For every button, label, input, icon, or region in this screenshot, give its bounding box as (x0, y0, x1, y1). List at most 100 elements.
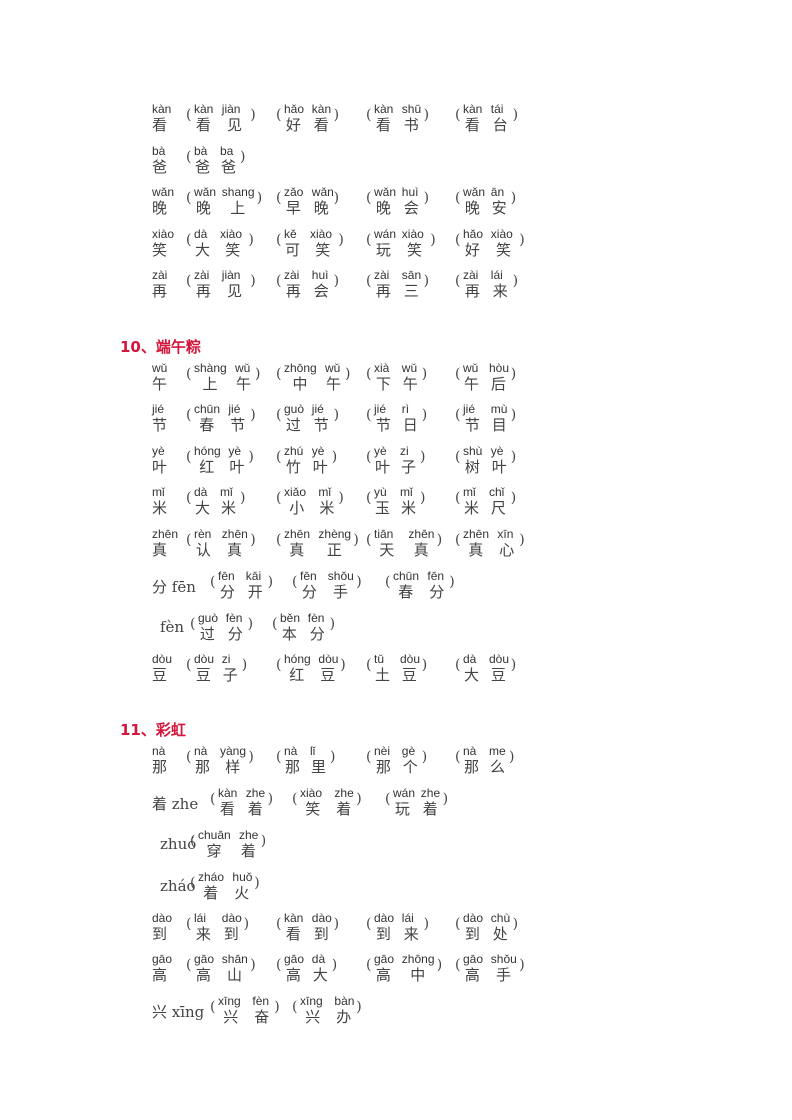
word-hanzi: 来 (195, 925, 211, 943)
close-paren: ) (356, 574, 362, 590)
word-hanzi: 笑 (407, 241, 423, 259)
word-pinyin: dào (374, 911, 395, 925)
word-pinyin: kàn (284, 911, 304, 925)
open-paren: ( (276, 490, 282, 506)
word-pinyin: shàng (194, 361, 227, 375)
close-paren: ) (421, 366, 428, 382)
word-pinyin: bà (194, 144, 208, 158)
character-row: xiào 笑(dà 大 xiào 笑)(kě 可 xiào 笑)(wán 玩 xiào 笑)(hǎo… (0, 228, 792, 264)
word-hanzi: 三 (403, 282, 419, 300)
head-hanzi: 到 (152, 925, 168, 943)
word-hanzi: 好 (285, 116, 301, 134)
open-paren: ( (276, 449, 282, 465)
word-pinyin: jié (311, 402, 324, 416)
word-hanzi: 中 (410, 966, 426, 984)
word-hanzi: 那 (285, 758, 301, 776)
open-paren: ( (276, 366, 282, 382)
word-hanzi: 么 (490, 758, 506, 776)
word-hanzi: 里 (311, 758, 327, 776)
open-paren: ( (455, 407, 461, 423)
open-paren: ( (276, 190, 282, 206)
close-paren: ) (250, 532, 256, 548)
character-row: dòu 豆(dòu 豆 zi 子)(hóng 红 dòu 豆)(tǔ 土 dòu 豆)(dà 大 dòu… (0, 653, 792, 689)
word-pinyin: yè (374, 444, 387, 458)
word-pinyin: zhōng (284, 361, 317, 375)
word-hanzi: 再 (464, 282, 480, 300)
close-paren: ) (333, 273, 340, 289)
word-hanzi: 中 (292, 375, 308, 393)
open-paren: ( (366, 107, 372, 123)
word-pinyin: hǎo (463, 227, 484, 241)
word-hanzi: 到 (223, 925, 239, 943)
word-pinyin: fèn (307, 611, 325, 625)
word-pinyin: tǔ (374, 652, 385, 666)
close-paren: ) (329, 616, 336, 632)
word-pinyin: zháo (198, 870, 225, 884)
open-paren: ( (455, 749, 461, 765)
head-pinyin: zài (152, 268, 168, 282)
head-hanzi: 笑 (152, 241, 168, 259)
word-pinyin: fēn (427, 569, 445, 583)
word-hanzi: 台 (492, 116, 508, 134)
open-paren: ( (455, 490, 461, 506)
head-pinyin: jié (152, 402, 165, 416)
close-paren: ) (267, 574, 274, 590)
word-pinyin: xià (374, 361, 390, 375)
word-hanzi: 上 (202, 375, 218, 393)
word-hanzi: 米 (464, 499, 480, 517)
word-pinyin: zài (374, 268, 390, 282)
word-hanzi: 心 (499, 541, 515, 559)
word-hanzi: 大 (195, 241, 211, 259)
word-hanzi: 高 (285, 966, 301, 984)
word-hanzi: 兴 (223, 1008, 239, 1026)
close-paren: ) (436, 957, 443, 973)
close-paren: ) (519, 957, 525, 973)
close-paren: ) (353, 532, 359, 548)
character-row: kàn 看(kàn 看 jiàn 见)(hǎo 好 kàn 看)(kàn 看 shū 书)(kàn 看… (0, 103, 792, 139)
word-pinyin: wǎn (463, 185, 486, 199)
word-hanzi: 晚 (195, 199, 211, 217)
character-row: zháo(zháo 着 huǒ 火) (0, 871, 792, 907)
word-hanzi: 高 (464, 966, 480, 984)
word-pinyin: xiào (490, 227, 513, 241)
word-hanzi: 着 (240, 842, 256, 860)
word-pinyin: shù (463, 444, 483, 458)
word-hanzi: 过 (285, 416, 301, 434)
character-row: fèn(guò 过 fèn 分)(běn 本 fèn 分) (0, 612, 792, 648)
word-hanzi: 分 (227, 625, 243, 643)
word-hanzi: 节 (464, 416, 480, 434)
word-pinyin: mǐ (400, 485, 413, 499)
head-pinyin: dòu (152, 652, 173, 666)
word-pinyin: rì (401, 402, 410, 416)
word-pinyin: wán (374, 227, 397, 241)
word-hanzi: 高 (375, 966, 391, 984)
word-hanzi: 早 (285, 199, 301, 217)
word-pinyin: lái (194, 911, 207, 925)
word-pinyin: dòu (400, 652, 421, 666)
word-hanzi: 玉 (375, 499, 391, 517)
word-pinyin: mǐ (220, 485, 233, 499)
word-pinyin: zhe (239, 828, 259, 842)
head-pinyin: wǔ (152, 361, 168, 375)
open-paren: ( (186, 273, 192, 289)
word-pinyin: gāo (194, 952, 215, 966)
word-pinyin: zhe (334, 786, 354, 800)
word-pinyin: tiān (374, 527, 394, 541)
close-paren: ) (340, 657, 346, 673)
word-pinyin: wǔ (235, 361, 251, 375)
close-paren: ) (519, 532, 525, 548)
head-hanzi: 豆 (152, 666, 168, 684)
word-pinyin: guò (284, 402, 305, 416)
word-pinyin: kàn (463, 102, 483, 116)
open-paren: ( (366, 916, 372, 932)
word-hanzi: 晚 (464, 199, 480, 217)
word-hanzi: 笑 (225, 241, 241, 259)
word-hanzi: 叶 (312, 458, 328, 476)
open-paren: ( (366, 190, 372, 206)
word-pinyin: ān (490, 185, 505, 199)
word-pinyin: lǐ (310, 744, 316, 758)
word-pinyin: yù (374, 485, 387, 499)
close-paren: ) (423, 107, 430, 123)
character-row: wǎn 晚(wǎn 晚 shang 上)(zǎo 早 wǎn 晚)(wǎn 晚 huì 会)(wǎn… (0, 186, 792, 222)
close-paren: ) (442, 791, 449, 807)
